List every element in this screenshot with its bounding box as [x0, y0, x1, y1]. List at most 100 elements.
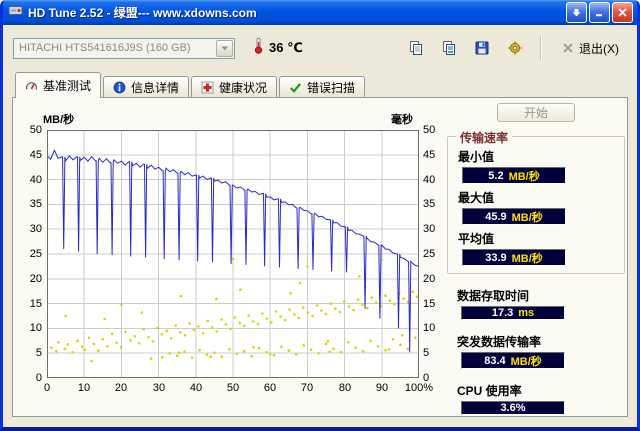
avg-label: 平均值 [458, 232, 495, 246]
gear-icon [507, 41, 522, 55]
transfer-rate-group: 传输速率 最小值 5.2 MB/秒 最大值 45.9 MB/秒 平均值 33.9… [447, 129, 625, 274]
copy-text-button[interactable] [402, 36, 429, 61]
tabstrip: 基准测试 信息详情 健康状况 错误扫描 [3, 71, 637, 98]
x-tick-label: 10 [77, 382, 91, 394]
access-time-unit: ms [518, 307, 535, 319]
x-tick-label: 0 [43, 382, 51, 394]
min-unit: MB/秒 [508, 170, 540, 183]
avg-value-box: 33.9 MB/秒 [462, 249, 566, 266]
y-tick-label: 5 [35, 347, 42, 359]
avg-unit: MB/秒 [511, 252, 543, 265]
y-tick-label: 20 [29, 273, 42, 285]
tab-benchmark[interactable]: 基准测试 [15, 72, 102, 98]
save-screenshot-button[interactable] [468, 36, 495, 61]
y-tick-label: 25 [423, 248, 436, 260]
y-tick-label: 30 [423, 223, 436, 235]
benchmark-chart [46, 130, 420, 378]
exit-button-label: 退出(X) [579, 41, 619, 56]
down-arrow-icon [572, 9, 581, 17]
toolbar-separator [540, 36, 542, 60]
x-axis-ticks: 0 10 20 30 40 50 60 70 80 90 100% [43, 382, 433, 396]
y-tick-label: 30 [29, 223, 42, 235]
y-tick-label: 50 [423, 124, 436, 136]
results-panel: 开始 传输速率 最小值 5.2 MB/秒 最大值 45.9 MB/秒 平均值 3… [447, 103, 625, 415]
y-tick-label: 50 [29, 124, 42, 136]
max-unit: MB/秒 [511, 211, 543, 224]
close-icon [618, 8, 627, 17]
y-tick-label: 40 [29, 174, 42, 186]
start-button[interactable]: 开始 [497, 103, 575, 122]
y-tick-label: 0 [35, 372, 42, 384]
y-tick-label: 35 [423, 198, 436, 210]
tab-error-scan-label: 错误扫描 [307, 80, 356, 95]
toolbar: HITACHI HTS541616J9S (160 GB) 36 ℃ 退出(X) [3, 25, 637, 71]
tab-error-scan[interactable]: 错误扫描 [279, 76, 366, 97]
y-tick-label: 15 [423, 298, 436, 310]
y-tick-label: 25 [29, 248, 42, 260]
health-cross-icon [201, 81, 214, 93]
access-time-value: 17.3 [491, 307, 514, 319]
x-tick-label: 60 [263, 382, 277, 394]
burst-rate-value: 83.4 [484, 354, 506, 367]
tab-health[interactable]: 健康状况 [191, 76, 278, 97]
drive-select[interactable]: HITACHI HTS541616J9S (160 GB) [13, 37, 235, 59]
y-axis-left-ticks: 50 45 40 35 30 25 20 15 10 5 0 [18, 124, 44, 384]
y-tick-label: 15 [29, 298, 42, 310]
y-tick-label: 10 [423, 322, 436, 334]
left-axis-unit-label: MB/秒 [43, 114, 75, 126]
tab-info[interactable]: 信息详情 [103, 76, 190, 97]
exit-button[interactable]: 退出(X) [554, 37, 627, 60]
options-button[interactable] [501, 36, 528, 61]
y-tick-label: 45 [29, 149, 42, 161]
burst-rate-label: 突发数据传输率 [457, 335, 542, 349]
y-tick-label: 45 [423, 149, 436, 161]
window-title: HD Tune 2.52 - 绿盟--- www.xdowns.com [28, 6, 257, 20]
download-arrow-button[interactable] [566, 2, 587, 23]
y-axis-right-ticks: 50 45 40 35 30 25 20 15 10 5 0 [421, 124, 447, 384]
min-value-box: 5.2 MB/秒 [462, 167, 566, 184]
x-tick-label: 50 [226, 382, 240, 394]
x-tick-label: 90 [375, 382, 389, 394]
info-icon [113, 81, 126, 93]
checkmark-icon [290, 82, 302, 93]
copy-image-icon [442, 41, 455, 55]
benchmark-gauge-icon [26, 82, 37, 90]
minimize-icon [596, 14, 602, 17]
x-tick-label: 100% [404, 382, 434, 394]
cpu-usage-value-box: 3.6% [461, 401, 565, 415]
copy-screenshot-button[interactable] [435, 36, 462, 61]
titlebar[interactable]: HD Tune 2.52 - 绿盟--- www.xdowns.com [3, 0, 637, 25]
thermometer-icon [253, 37, 264, 59]
exit-x-icon [563, 43, 573, 53]
x-tick-label: 70 [300, 382, 314, 394]
tab-info-label: 信息详情 [131, 80, 180, 95]
access-time-label: 数据存取时间 [457, 289, 530, 303]
drive-select-value: HITACHI HTS541616J9S (160 GB) [19, 42, 191, 54]
min-label: 最小值 [458, 150, 495, 164]
max-value: 45.9 [485, 210, 507, 223]
burst-rate-value-box: 83.4 MB/秒 [461, 352, 565, 369]
benchmark-page: MB/秒 毫秒 50 45 40 35 30 25 20 15 10 5 0 50 45 40 35 30 2… [12, 97, 628, 417]
tab-health-label: 健康状况 [219, 80, 268, 95]
burst-rate-unit: MB/秒 [510, 355, 542, 368]
temperature-value: 36 ℃ [269, 40, 303, 55]
max-label: 最大值 [458, 191, 495, 205]
minimize-button[interactable] [589, 2, 610, 23]
close-button[interactable] [612, 2, 633, 23]
x-tick-label: 40 [189, 382, 203, 394]
access-time-value-box: 17.3 ms [461, 306, 565, 320]
min-value: 5.2 [488, 169, 504, 182]
y-tick-label: 5 [423, 347, 430, 359]
x-tick-label: 30 [152, 382, 166, 394]
right-axis-unit-label: 毫秒 [391, 114, 413, 126]
x-tick-label: 80 [338, 382, 352, 394]
y-tick-label: 20 [423, 273, 436, 285]
save-icon [475, 41, 488, 55]
temperature-indicator: 36 ℃ [253, 37, 303, 59]
chevron-down-icon[interactable] [216, 39, 233, 57]
y-tick-label: 40 [423, 174, 436, 186]
y-tick-label: 35 [29, 198, 42, 210]
tab-benchmark-label: 基准测试 [43, 79, 92, 93]
x-tick-label: 20 [114, 382, 128, 394]
max-value-box: 45.9 MB/秒 [462, 208, 566, 225]
